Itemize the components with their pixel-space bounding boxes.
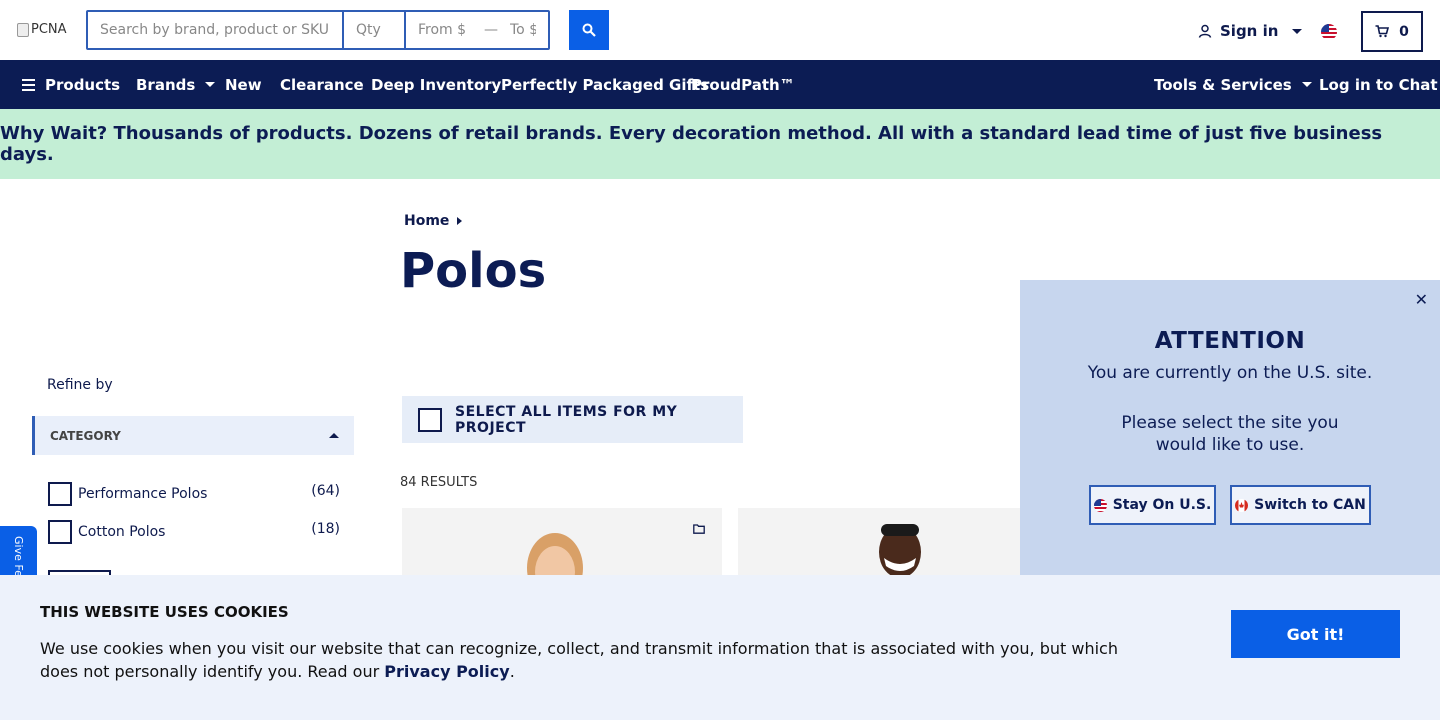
cart-button[interactable]: 0	[1361, 11, 1423, 52]
stay-on-us-button[interactable]: Stay On U.S.	[1089, 485, 1216, 525]
nav-clearance[interactable]: Clearance	[280, 60, 364, 109]
nav-tools[interactable]: Tools & Services	[1154, 60, 1312, 109]
nav-products[interactable]: Products	[22, 60, 120, 109]
nav-deep-inventory-label: Deep Inventory	[371, 75, 502, 94]
give-feedback-label: Give Fe	[12, 536, 25, 577]
switch-to-can-button[interactable]: Switch to CAN	[1230, 485, 1371, 525]
category-label: CATEGORY	[50, 428, 121, 443]
user-icon	[1198, 24, 1212, 38]
price-from-input[interactable]	[406, 12, 484, 48]
signin-menu[interactable]: Sign in	[1198, 22, 1303, 40]
logo-alt-text: PCNA	[31, 22, 67, 37]
nav-proudpath-label: ProudPath™	[691, 75, 795, 94]
canada-flag-icon	[1235, 498, 1249, 512]
range-dash: —	[484, 22, 498, 38]
cart-icon	[1375, 25, 1390, 38]
nav-new[interactable]: New	[225, 60, 262, 109]
privacy-policy-link[interactable]: Privacy Policy	[384, 662, 509, 681]
broken-image-icon	[17, 22, 29, 37]
category-option-count: (18)	[311, 521, 340, 537]
nav-brands-label: Brands	[136, 75, 196, 94]
cart-count: 0	[1399, 23, 1409, 40]
refine-label: Refine by	[47, 377, 113, 393]
modal-subtitle: You are currently on the U.S. site.	[1087, 363, 1373, 383]
region-select-modal: ✕ ATTENTION You are currently on the U.S…	[1020, 280, 1440, 580]
search-icon	[582, 23, 596, 37]
category-option[interactable]: Performance Polos (64)	[48, 482, 340, 506]
modal-title: ATTENTION	[1154, 328, 1306, 354]
cookie-banner: THIS WEBSITE USES COOKIES We use cookies…	[0, 575, 1440, 720]
search-bar: —	[86, 10, 550, 50]
cookie-period: .	[509, 662, 515, 681]
nav-brands[interactable]: Brands	[136, 60, 216, 109]
got-it-button[interactable]: Got it!	[1231, 610, 1400, 658]
nav-gifts[interactable]: Perfectly Packaged Gifts	[501, 60, 709, 109]
checkbox[interactable]	[48, 482, 72, 506]
modal-question: Please select the site you would like to…	[1121, 413, 1339, 455]
category-option-count: (64)	[311, 483, 340, 499]
promo-banner-text: Why Wait? Thousands of products. Dozens …	[0, 123, 1383, 165]
chevron-right-icon	[457, 217, 463, 225]
search-button[interactable]	[569, 10, 609, 50]
nav-clearance-label: Clearance	[280, 75, 364, 94]
logo[interactable]: PCNA	[17, 22, 67, 37]
nav-deep-inventory[interactable]: Deep Inventory	[371, 60, 501, 109]
breadcrumb-home[interactable]: Home	[404, 213, 449, 229]
chevron-down-icon	[205, 82, 216, 87]
hamburger-icon	[22, 78, 35, 91]
us-flag-icon	[1093, 498, 1107, 512]
close-icon[interactable]: ✕	[1415, 290, 1428, 309]
main-nav: Products Brands New Clearance Deep Inven…	[0, 60, 1440, 109]
select-all-checkbox[interactable]	[418, 407, 442, 432]
qty-input[interactable]	[344, 12, 406, 48]
chevron-down-icon	[1301, 82, 1312, 87]
nav-proudpath[interactable]: ProudPath™	[691, 60, 795, 109]
category-filter-header[interactable]: CATEGORY	[32, 416, 354, 455]
search-input[interactable]	[88, 12, 344, 48]
signin-label: Sign in	[1220, 22, 1279, 40]
nav-gifts-label: Perfectly Packaged Gifts	[501, 75, 710, 94]
checkbox[interactable]	[48, 520, 72, 544]
nav-new-label: New	[225, 75, 262, 94]
promo-banner: Why Wait? Thousands of products. Dozens …	[0, 109, 1440, 179]
breadcrumb: Home	[404, 213, 463, 229]
category-option[interactable]: Cotton Polos (18)	[48, 520, 340, 544]
select-all-bar[interactable]: SELECT ALL ITEMS FOR MY PROJECT	[402, 396, 743, 443]
results-count: 84 RESULTS	[400, 475, 478, 490]
cookie-text: We use cookies when you visit our websit…	[40, 637, 1130, 683]
folder-icon[interactable]	[693, 524, 705, 534]
cookie-body: We use cookies when you visit our websit…	[40, 639, 1118, 681]
nav-chat[interactable]: Log in to Chat	[1319, 60, 1438, 109]
category-option-label: Performance Polos	[78, 486, 208, 502]
page-title: Polos	[400, 243, 547, 299]
select-all-label: SELECT ALL ITEMS FOR MY PROJECT	[455, 403, 678, 436]
stay-on-us-label: Stay On U.S.	[1112, 497, 1212, 513]
us-flag-icon[interactable]	[1321, 24, 1337, 40]
chevron-up-icon	[329, 433, 339, 438]
chevron-down-icon	[1292, 28, 1303, 34]
nav-tools-label: Tools & Services	[1154, 75, 1292, 94]
nav-products-label: Products	[45, 75, 121, 94]
nav-chat-label: Log in to Chat	[1319, 75, 1438, 94]
cookie-title: THIS WEBSITE USES COOKIES	[40, 603, 289, 621]
switch-to-can-label: Switch to CAN	[1254, 497, 1366, 513]
category-option-label: Cotton Polos	[78, 524, 166, 540]
price-to-input[interactable]	[498, 12, 548, 48]
